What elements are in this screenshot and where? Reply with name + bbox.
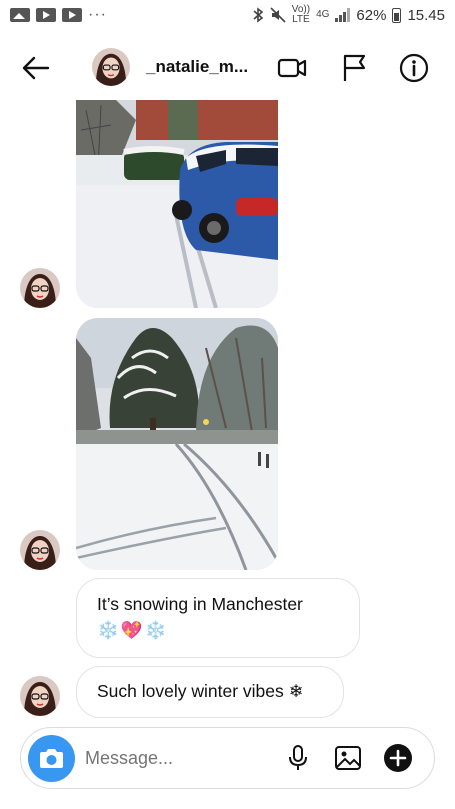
sender-avatar[interactable] xyxy=(20,268,60,308)
more-notifications-icon: ··· xyxy=(88,6,107,23)
sender-avatar[interactable] xyxy=(20,676,60,716)
chat-username[interactable]: _natalie_m... xyxy=(146,57,248,77)
snowflake-emoji: ❄️ xyxy=(144,619,167,640)
battery-icon xyxy=(392,7,402,23)
status-bar-left: ··· xyxy=(10,6,107,24)
camera-icon xyxy=(40,749,63,768)
message-text: Such lovely winter vibes ❄ xyxy=(97,681,304,701)
camera-button[interactable] xyxy=(28,735,75,782)
shared-photo-snowy-road[interactable] xyxy=(76,318,278,570)
snowflake-emoji: ❄️ xyxy=(97,619,119,640)
info-icon[interactable] xyxy=(398,52,430,84)
status-bar: ··· Vo)) LTE 4G 62% 15.45 xyxy=(0,0,455,30)
back-arrow-icon[interactable] xyxy=(20,52,52,84)
sparkling-heart-emoji: 💖 xyxy=(120,619,143,640)
message-composer xyxy=(20,727,435,789)
message-bubble[interactable]: Such lovely winter vibes ❄ xyxy=(76,666,344,718)
network-type: 4G xyxy=(316,9,330,20)
microphone-icon[interactable] xyxy=(283,743,313,773)
video-notification-icon xyxy=(62,8,82,22)
volte-indicator: Vo)) LTE xyxy=(291,4,311,25)
message-emoji-row: ❄️ 💖 ❄️ xyxy=(97,619,339,643)
video-call-icon[interactable] xyxy=(276,52,308,84)
plus-icon[interactable] xyxy=(383,743,413,773)
flag-icon[interactable] xyxy=(338,52,370,84)
status-bar-right: Vo)) LTE 4G 62% 15.45 xyxy=(252,5,445,25)
message-bubble[interactable]: It’s snowing in Manchester ❄️ 💖 ❄️ xyxy=(76,578,360,658)
shared-photo-car-in-snow[interactable] xyxy=(76,100,278,308)
message-text: It’s snowing in Manchester xyxy=(97,594,303,614)
clock: 15.45 xyxy=(407,6,445,24)
signal-icon xyxy=(335,8,351,22)
battery-percent: 62% xyxy=(356,6,387,24)
youtube-notification-icon xyxy=(36,8,56,22)
message-input[interactable] xyxy=(85,748,255,769)
sender-avatar[interactable] xyxy=(20,530,60,570)
bluetooth-icon xyxy=(253,7,264,23)
mute-icon xyxy=(270,7,286,23)
chat-header: _natalie_m... xyxy=(0,40,455,96)
profile-avatar[interactable] xyxy=(92,48,130,86)
gallery-notification-icon xyxy=(10,8,30,22)
gallery-icon[interactable] xyxy=(333,743,363,773)
